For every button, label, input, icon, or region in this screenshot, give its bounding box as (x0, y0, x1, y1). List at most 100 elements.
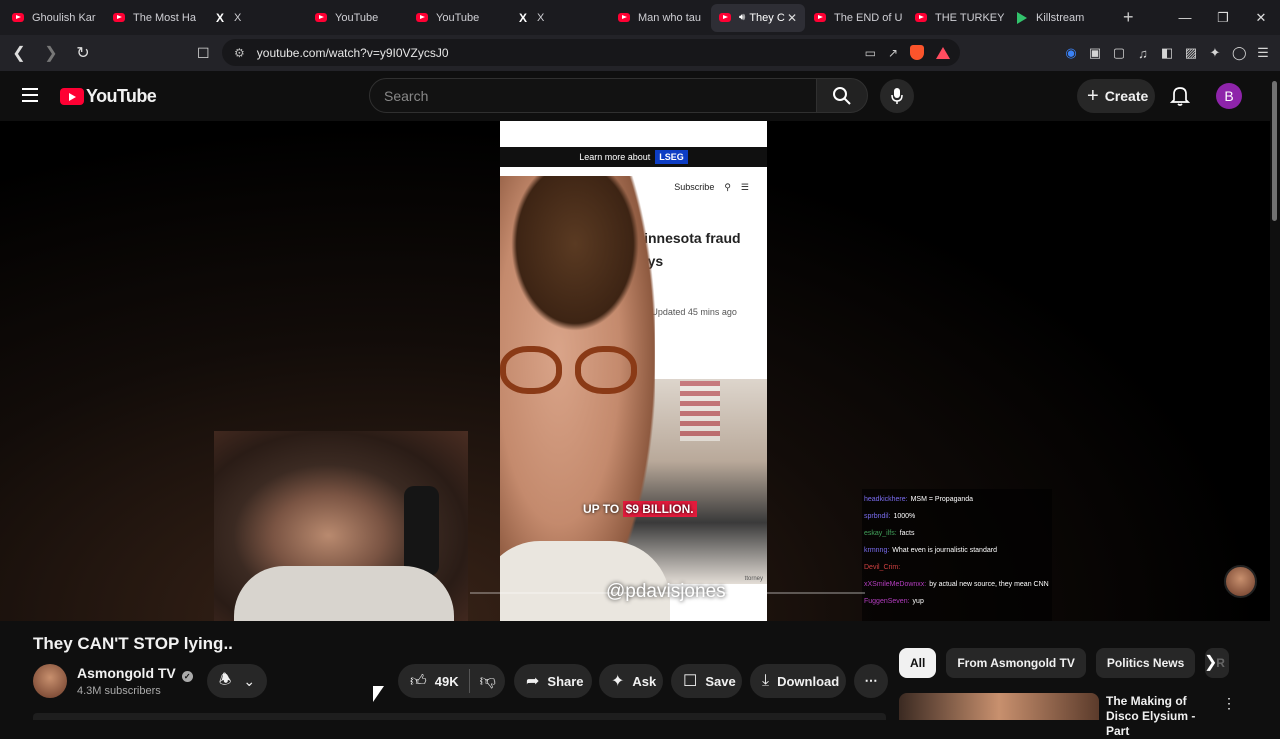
download-icon: ⤓ (762, 672, 770, 689)
browser-tab[interactable]: YouTube (307, 4, 407, 32)
x-icon: X (518, 10, 527, 25)
restore-button[interactable]: ❐ (1204, 10, 1242, 26)
video-player[interactable]: Learn more about LSEG Subscribe ⚲ ☰ g Mi… (0, 121, 1270, 621)
minimize-button[interactable]: — (1166, 10, 1204, 25)
dislike-icon[interactable]: 👎︎ (480, 672, 496, 691)
voice-search-button[interactable] (880, 79, 914, 113)
new-tab-button[interactable]: + (1123, 7, 1134, 28)
youtube-icon (12, 12, 24, 24)
chat-username: sprbndil: (864, 513, 891, 520)
cast-icon[interactable]: ▭ (865, 46, 876, 60)
filter-chip[interactable]: All (899, 648, 937, 678)
share-button[interactable]: ➦ Share (514, 664, 592, 698)
save-button[interactable]: ☐ Save (671, 664, 742, 698)
reload-button[interactable]: ↻ (70, 43, 96, 63)
brave-shields-icon[interactable] (910, 45, 924, 60)
youtube-logo[interactable]: YouTube (60, 86, 157, 107)
browser-tab-label: X (234, 11, 242, 24)
kick-icon (1016, 11, 1028, 24)
vpn-icon[interactable]: ◯ (1232, 45, 1247, 61)
filter-chip[interactable]: Politics News (1095, 648, 1196, 678)
recommendation-title[interactable]: The Making of Disco Elysium - Part (1106, 694, 1216, 739)
forward-button[interactable]: ❯ (38, 43, 64, 63)
description-box[interactable] (33, 713, 886, 720)
chat-text: What even is journalistic standard (892, 547, 997, 554)
bookmark-icon[interactable]: ☐ (197, 45, 210, 62)
extensions-puzzle-icon[interactable]: ▣ (1088, 45, 1102, 61)
youtube-icon (719, 12, 731, 24)
page-scrollbar[interactable] (1270, 71, 1280, 720)
search-button[interactable] (816, 78, 868, 113)
like-icon[interactable]: 👍︎ (410, 672, 427, 691)
x-icon: X (215, 10, 224, 25)
more-actions-button[interactable]: ⋯ (854, 664, 888, 698)
brave-rewards-icon[interactable] (936, 46, 950, 59)
browser-tab[interactable]: XX (206, 4, 306, 32)
audio-playing-icon[interactable]: 🔊︎ (739, 12, 745, 23)
webcam-shirt (234, 566, 454, 621)
chat-username: eskay_ilfs: (864, 530, 897, 537)
guide-menu-icon[interactable] (22, 88, 38, 106)
chat-username: headkickhere: (864, 496, 908, 503)
subscription-button[interactable]: 🕭 ⌄ (207, 664, 267, 698)
filter-chip[interactable]: From Asmongold TV (946, 648, 1086, 678)
ask-button[interactable]: ✦ Ask (599, 664, 663, 698)
create-button[interactable]: + Create (1077, 79, 1155, 113)
channel-avatar[interactable] (33, 664, 67, 698)
subscriber-count: 4.3M subscribers (77, 685, 161, 697)
address-bar[interactable]: ⚙ youtube.com/watch?v=y9I0VZycsJ0 ▭ ↗ (222, 39, 960, 66)
browser-tab[interactable]: The Most Ha (105, 4, 205, 32)
scrollbar-thumb[interactable] (1272, 81, 1277, 221)
video-progress-bar[interactable] (470, 592, 865, 594)
browser-tab-label: Ghoulish Kar (32, 11, 96, 24)
extension-icon[interactable]: ◉ (1064, 45, 1078, 61)
browser-tab[interactable]: THE TURKEY (907, 4, 1007, 32)
search-input[interactable]: Search (369, 78, 817, 113)
sidebar-icon[interactable]: ◧ (1160, 45, 1174, 61)
browser-tab[interactable]: XX (509, 4, 609, 32)
recommendation-more-icon[interactable]: ⋮ (1222, 695, 1236, 712)
browser-tab-label: The END of U (834, 11, 903, 24)
search-icon (833, 86, 851, 105)
chevron-right-icon[interactable]: ❯ (1204, 652, 1217, 672)
caption-highlight: $9 BILLION. (622, 501, 697, 517)
close-window-button[interactable]: ✕ (1242, 10, 1280, 26)
browser-toolbar: ❮ ❯ ↻ ☐ ⚙ youtube.com/watch?v=y9I0VZycsJ… (0, 35, 1280, 71)
youtube-icon (618, 12, 630, 24)
browser-tab[interactable]: YouTube (408, 4, 508, 32)
browser-tab[interactable]: 🔊︎ They C ✕ (711, 3, 805, 32)
account-avatar[interactable]: B (1216, 83, 1242, 109)
ask-label: Ask (632, 673, 657, 689)
download-button[interactable]: ⤓ Download (750, 664, 846, 698)
share-label: Share (547, 673, 584, 689)
browser-tab[interactable]: Killstream (1008, 4, 1108, 32)
recommendation-thumbnail[interactable] (899, 693, 1099, 720)
screenshot-icon[interactable]: ▢ (1112, 45, 1126, 61)
like-divider (468, 669, 470, 693)
wallet-icon[interactable]: ▨ (1184, 45, 1198, 61)
notifications-button[interactable] (1169, 85, 1191, 112)
media-icon[interactable]: ♫ (1136, 46, 1150, 61)
like-count[interactable]: 49K (435, 674, 459, 689)
channel-name[interactable]: Asmongold TV ✓ (77, 665, 193, 682)
browser-tab-bar: Ghoulish Kar The Most Ha X X YouTube YouTube X… (0, 0, 1280, 35)
browser-tab-label: The Most Ha (133, 11, 196, 24)
download-label: Download (777, 673, 840, 689)
browser-tab[interactable]: Man who tau (610, 4, 710, 32)
share-page-icon[interactable]: ↗ (888, 46, 898, 60)
close-tab-icon[interactable]: ✕ (787, 11, 797, 25)
menu-icon[interactable]: ☰ (1256, 45, 1270, 61)
youtube-icon (113, 12, 125, 24)
streamer-avatar[interactable] (1224, 565, 1257, 598)
verified-icon: ✓ (181, 671, 193, 682)
window-controls: — ❐ ✕ (1166, 0, 1280, 35)
browser-tab[interactable]: The END of U (806, 4, 906, 32)
chat-message: krmnng: What even is journalistic standar… (864, 542, 1050, 559)
search-placeholder: Search (384, 87, 429, 104)
browser-tab[interactable]: Ghoulish Kar (4, 4, 104, 32)
bell-icon (1169, 87, 1191, 106)
back-button[interactable]: ❮ (6, 43, 32, 63)
site-settings-icon[interactable]: ⚙ (234, 46, 245, 60)
youtube-icon (814, 12, 826, 24)
leo-ai-icon[interactable]: ✦ (1208, 45, 1222, 61)
